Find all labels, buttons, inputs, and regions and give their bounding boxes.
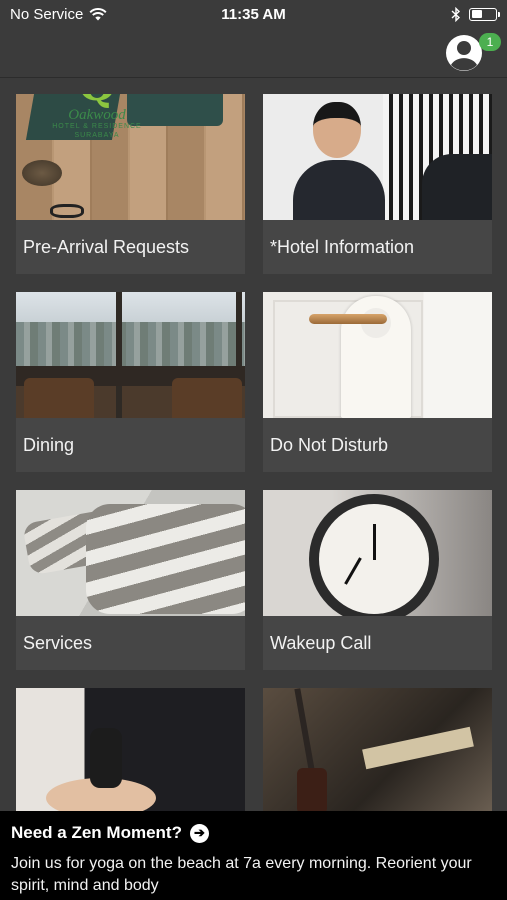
notification-badge: 1 [479, 33, 501, 51]
pinecone-prop [22, 160, 62, 186]
hotel-information-image [263, 94, 492, 220]
logo-mark: Q [42, 94, 152, 108]
wifi-icon [89, 7, 107, 20]
chair [172, 378, 242, 418]
battery-level [471, 10, 482, 18]
car-key [90, 728, 122, 788]
logo-subtitle: HOTEL & RESIDENCE [52, 123, 142, 130]
promo-banner[interactable]: Need a Zen Moment? ➔ Join us for yoga on… [0, 811, 507, 900]
writing-desk-image [263, 688, 492, 814]
profile-button[interactable]: 1 [445, 33, 501, 72]
tile-wakeup-call[interactable]: Wakeup Call [263, 490, 492, 670]
banner-title: Need a Zen Moment? [11, 823, 182, 842]
car-key-image [16, 688, 245, 814]
carrier-label: No Service [10, 5, 84, 23]
do-not-disturb-image [263, 292, 492, 418]
logo-city: SURABAYA [74, 132, 120, 139]
door-handle [309, 314, 387, 324]
bluetooth-icon [451, 6, 461, 22]
battery-icon [469, 7, 500, 21]
dining-image [16, 292, 245, 418]
person-body [293, 160, 385, 220]
arrow-right-circle-icon[interactable]: ➔ [189, 823, 209, 843]
tile-label: Dining [23, 434, 75, 455]
tile-services[interactable]: Services [16, 490, 245, 670]
carrier-group: No Service [10, 6, 107, 23]
city-skyline [16, 322, 245, 370]
banner-title-row: Need a Zen Moment? ➔ [11, 823, 496, 843]
wakeup-call-image [263, 490, 492, 616]
status-bar: No Service 11:35 AM [0, 0, 507, 28]
tile-label: Do Not Disturb [270, 434, 389, 455]
user-edit-icon [446, 35, 493, 71]
person-head [313, 102, 361, 158]
chair [24, 378, 94, 418]
tile-label: Wakeup Call [270, 632, 372, 653]
app-header: 1 [0, 28, 507, 78]
minute-hand [373, 524, 376, 560]
window-frame [116, 292, 122, 418]
hour-hand [344, 557, 362, 585]
receptionist-figure [293, 102, 385, 220]
tile-label: Services [23, 632, 93, 653]
guest-arm [422, 154, 492, 220]
inkwell [297, 768, 327, 814]
tile-label: *Hotel Information [270, 236, 415, 257]
pre-arrival-image: Q Oakwood HOTEL & RESIDENCE SURABAYA [16, 94, 245, 220]
menu-grid: Q Oakwood HOTEL & RESIDENCE SURABAYA Pre… [16, 94, 492, 868]
paper [362, 726, 474, 770]
tile-hotel-information[interactable]: *Hotel Information [263, 94, 492, 274]
tile-label: Pre-Arrival Requests [23, 236, 190, 257]
oakwood-logo: Q Oakwood HOTEL & RESIDENCE SURABAYA [42, 94, 152, 140]
services-image [16, 490, 245, 616]
logo-brand: Oakwood [68, 107, 126, 123]
banner-body: Join us for yoga on the beach at 7a ever… [11, 855, 472, 894]
tile-pre-arrival-requests[interactable]: Q Oakwood HOTEL & RESIDENCE SURABAYA Pre… [16, 94, 245, 274]
clock-face [319, 504, 429, 614]
pillow [86, 504, 245, 614]
tile-do-not-disturb[interactable]: Do Not Disturb [263, 292, 492, 472]
alarm-clock [309, 494, 439, 616]
status-right-group [451, 6, 500, 22]
tile-dining[interactable]: Dining [16, 292, 245, 472]
glasses-prop [50, 204, 84, 218]
